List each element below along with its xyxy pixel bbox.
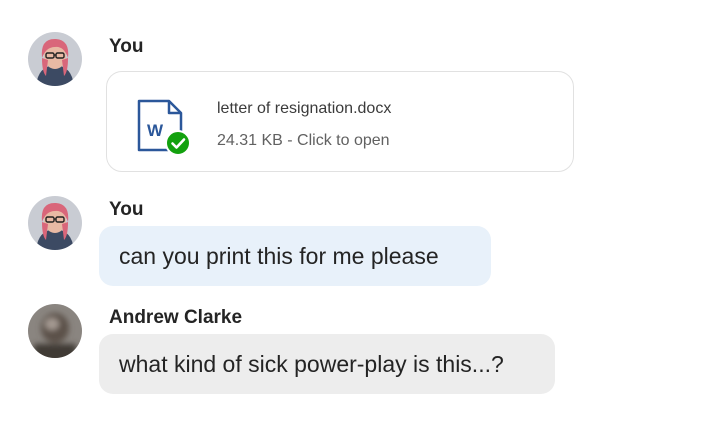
avatar[interactable] [28,196,82,250]
svg-text:W: W [147,121,164,140]
sender-name: Andrew Clarke [109,307,243,328]
file-meta: 24.31 KB - Click to open [217,132,390,149]
message-bubble[interactable]: what kind of sick power-play is this...? [99,334,555,394]
file-attachment-card[interactable]: W letter of resignation.docx 24.31 KB - … [106,71,574,172]
avatar[interactable] [28,304,82,358]
sender-name: You [109,199,144,220]
checkmark-icon [165,130,191,161]
file-name[interactable]: letter of resignation.docx [217,100,391,118]
sender-name: You [109,36,144,57]
avatar[interactable] [28,32,82,86]
message-bubble[interactable]: can you print this for me please [99,226,491,286]
